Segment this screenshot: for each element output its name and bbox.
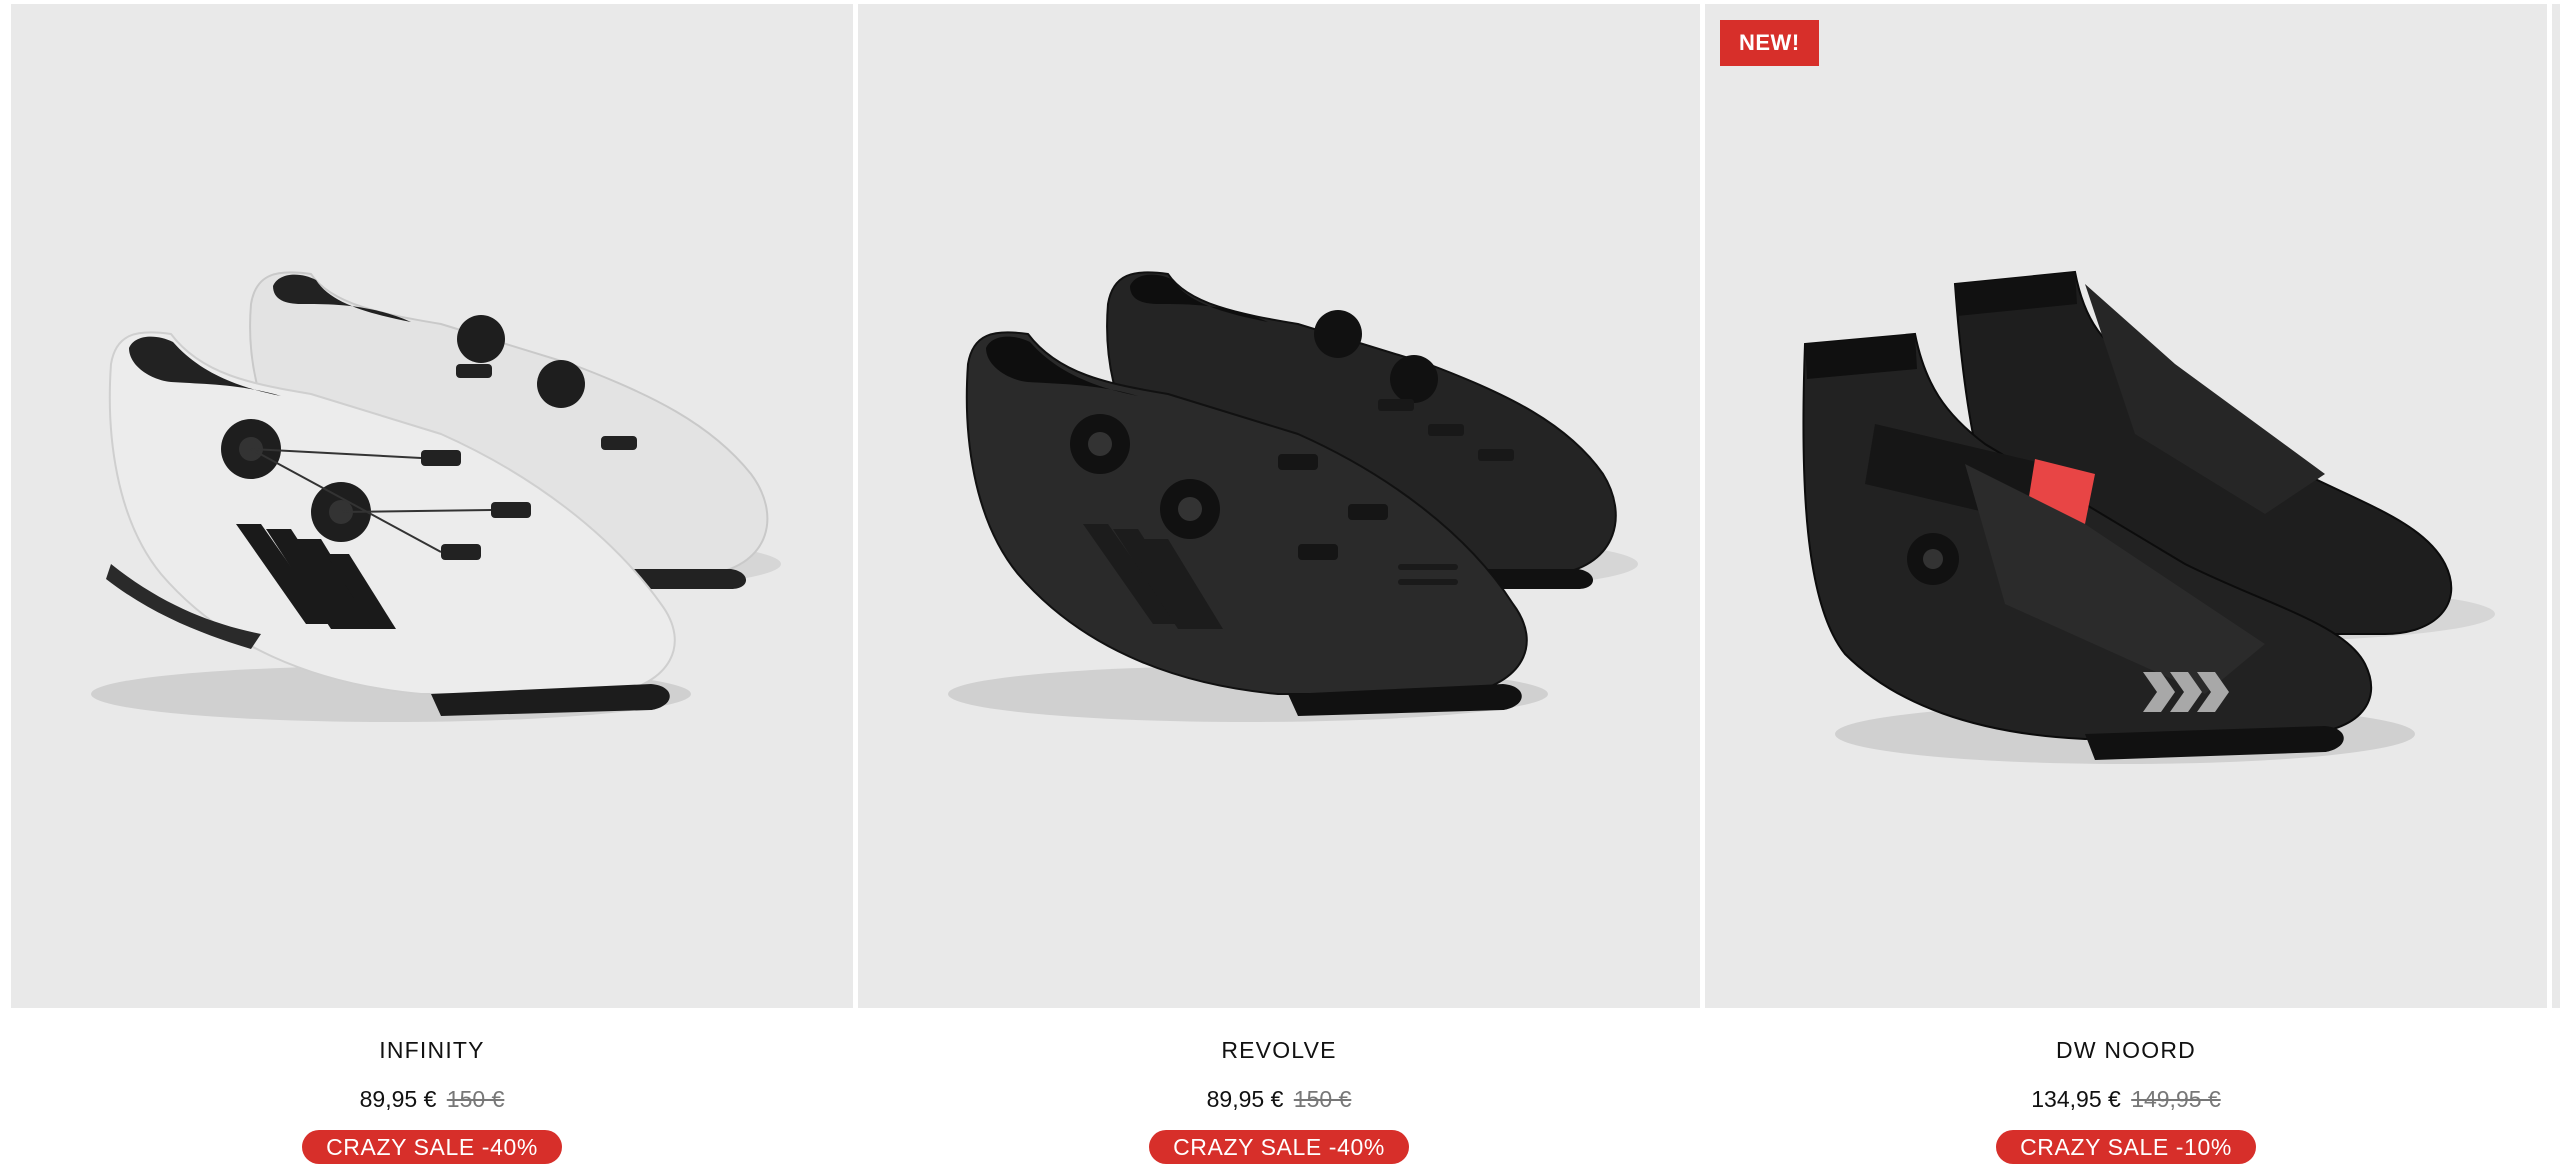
price-line: 89,95 € 150 € xyxy=(11,1086,853,1113)
price-line: 134,95 € 149,95 € xyxy=(1705,1086,2547,1113)
sale-badge: CRAZY SALE -10% xyxy=(1996,1130,2256,1164)
product-image-link[interactable]: NEW! xyxy=(1705,4,2547,1008)
winter-cycling-boots-image xyxy=(1802,270,2495,764)
current-price: 89,95 € xyxy=(1206,1086,1284,1112)
new-badge: NEW! xyxy=(1720,20,1819,66)
product-info: INFINITY 89,95 € 150 € CRAZY SALE -40% xyxy=(11,1008,853,1164)
product-title-link[interactable]: INFINITY xyxy=(11,1037,853,1064)
black-cycling-shoes-image xyxy=(948,271,1638,722)
product-info: DW NOORD 134,95 € 149,95 € CRAZY SALE -1… xyxy=(1705,1008,2547,1164)
original-price: 149,95 € xyxy=(2131,1086,2221,1112)
product-grid: INFINITY 89,95 € 150 € CRAZY SALE -40% R… xyxy=(0,0,2560,1167)
product-image-link[interactable] xyxy=(11,4,853,1008)
product-title-link[interactable]: DW NOORD xyxy=(1705,1037,2547,1064)
product-card-revolve[interactable]: REVOLVE 89,95 € 150 € CRAZY SALE -40% xyxy=(858,0,1700,1167)
current-price: 89,95 € xyxy=(359,1086,437,1112)
product-info: REVOLVE 89,95 € 150 € CRAZY SALE -40% xyxy=(858,1008,1700,1164)
product-image-link[interactable] xyxy=(858,4,1700,1008)
product-title-link[interactable]: REVOLVE xyxy=(858,1037,1700,1064)
product-card-dw-noord[interactable]: NEW! DW NOORD 134,95 € 149,95 € CRAZY SA… xyxy=(1705,0,2547,1167)
white-cycling-shoes-image xyxy=(91,271,781,722)
price-line: 89,95 € 150 € xyxy=(858,1086,1700,1113)
current-price: 134,95 € xyxy=(2031,1086,2121,1112)
original-price: 150 € xyxy=(446,1086,505,1112)
next-product-card-edge xyxy=(2552,4,2560,1008)
product-card-infinity[interactable]: INFINITY 89,95 € 150 € CRAZY SALE -40% xyxy=(11,0,853,1167)
sale-badge: CRAZY SALE -40% xyxy=(302,1130,562,1164)
sale-badge: CRAZY SALE -40% xyxy=(1149,1130,1409,1164)
original-price: 150 € xyxy=(1293,1086,1352,1112)
